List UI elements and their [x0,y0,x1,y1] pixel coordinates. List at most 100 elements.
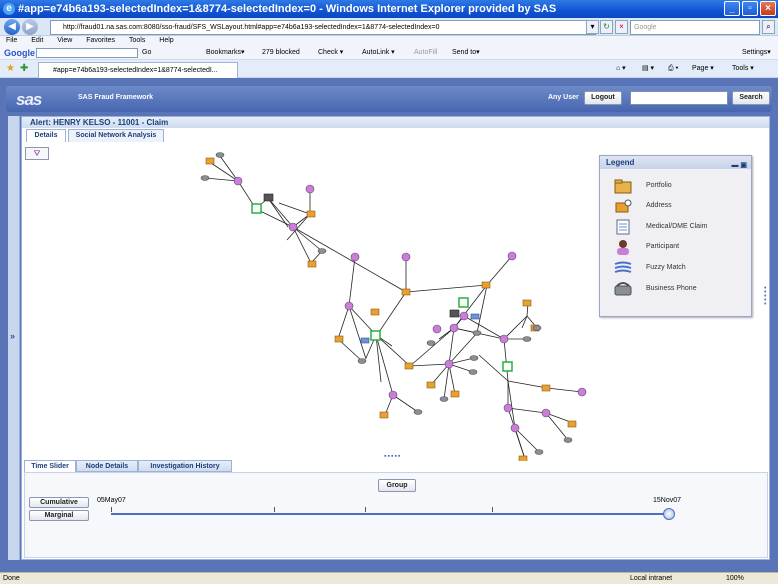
zoom-level[interactable]: 100% [726,573,744,584]
tab-social-network-analysis[interactable]: Social Network Analysis [68,129,164,142]
app-search-input[interactable] [630,91,728,105]
autolink-button[interactable]: AutoLink ▾ [362,46,395,60]
close-window-button[interactable]: × [760,1,776,16]
phone-node [439,396,449,402]
stop-icon[interactable]: × [615,20,628,34]
refresh-icon[interactable]: ↻ [600,20,613,34]
forward-button[interactable]: ▶ [22,19,38,35]
participant-node [507,251,517,261]
add-favorite-icon[interactable]: ✚ [20,60,28,78]
time-slider-thumb[interactable] [663,508,675,520]
page-menu[interactable]: Page ▾ [692,60,714,78]
google-search-input[interactable] [36,48,138,58]
url-dropdown-icon[interactable]: ▾ [586,20,599,34]
app-header: sas SAS Fraud Framework Any User Logout … [6,86,772,112]
menu-favorites[interactable]: Favorites [86,37,115,44]
window-titlebar: e #app=e74b6a193-selectedIndex=1&8774-se… [0,0,778,18]
sendto-button[interactable]: Send to▾ [452,46,480,60]
minimize-button[interactable]: _ [724,1,740,16]
security-zone: Local intranet [630,575,673,582]
bookmarks-button[interactable]: Bookmarks▾ [206,46,245,60]
portfolio-node [263,193,274,202]
participant-node [449,323,459,333]
address-node [306,210,316,218]
legend-item-portfolio: Portfolio [610,178,750,196]
google-settings-button[interactable]: Settings▾ [742,46,771,60]
status-text: Done [3,575,20,582]
legend-title: Legend [606,158,635,167]
address-node [370,308,380,316]
user-name: Any User [548,94,579,101]
tab-time-slider[interactable]: Time Slider [24,460,76,472]
fuzzy-match-node [470,313,480,320]
vertical-splitter-handle[interactable]: • • • • • [764,285,767,308]
horizontal-splitter-handle[interactable]: ▪▪▪▪▪ [384,453,401,460]
slider-end-label: 15Nov07 [653,497,682,504]
phone-node [317,248,327,254]
phone-node [215,152,225,158]
feeds-icon[interactable]: ▤ ▾ [642,60,654,78]
address-node [518,455,528,461]
participant-node [401,252,411,262]
time-slider-track[interactable] [111,513,669,515]
participant-node [288,222,298,232]
legend-panel[interactable]: Legend ▬ ▣ Portfolio Address Medical/DME… [599,155,752,317]
claim-node [458,297,469,308]
address-node [541,384,551,392]
tab-details[interactable]: Details [26,129,66,142]
expand-icon[interactable]: » [10,331,15,341]
claim-icon [616,219,630,235]
logout-button[interactable]: Logout [584,91,622,105]
print-icon[interactable]: ⎙ ▾ [668,60,679,78]
portfolio-icon [614,179,632,194]
alert-header: Alert: HENRY KELSO - 11001 - Claim [22,117,769,128]
menu-file[interactable]: File [6,37,17,44]
slider-tick [274,507,275,512]
menu-view[interactable]: View [57,37,72,44]
menu-tools[interactable]: Tools [129,37,145,44]
address-node [379,411,389,419]
portfolio-node [449,309,460,318]
search-go-icon[interactable]: ⌕ [762,20,775,34]
phone-node [469,355,479,361]
browser-tab[interactable]: #app=e74b6a193-selectedIndex=1&8774-sele… [38,62,238,78]
slider-start-label: 05May07 [97,497,126,504]
autofill-button[interactable]: AutoFill [414,46,437,60]
app-search-button[interactable]: Search [732,91,770,105]
menu-edit[interactable]: Edit [31,37,43,44]
legend-window-controls[interactable]: ▬ ▣ [731,159,747,172]
collapse-sidebar-strip[interactable]: » [8,116,20,560]
participant-node [233,176,243,186]
legend-item-phone: Business Phone [610,281,750,299]
participant-node [459,311,469,321]
group-button[interactable]: Group [378,479,416,492]
phone-node [534,449,544,455]
menu-help[interactable]: Help [159,37,173,44]
back-button[interactable]: ◀ [4,19,20,35]
phone-node [413,409,423,415]
fuzzy-match-node [360,337,370,344]
address-node [401,288,411,296]
slider-tick [365,507,366,512]
popup-blocked-count[interactable]: 279 blocked [262,46,300,60]
marginal-button[interactable]: Marginal [29,510,89,521]
address-node [404,362,414,370]
cumulative-button[interactable]: Cumulative [29,497,89,508]
legend-item-participant: Participant [610,239,750,257]
address-bar: ◀ ▶ http://fraud01.na.sas.com:8080/sso-f… [0,18,778,36]
home-icon[interactable]: ⌂ ▾ [616,60,626,78]
participant-node [541,408,551,418]
favorites-star-icon[interactable]: ★ [6,60,15,78]
tab-investigation-history[interactable]: Investigation History [138,460,232,472]
participant-node [510,423,520,433]
phone-node [532,325,542,331]
slider-tick [492,507,493,512]
maximize-button[interactable]: ▫ [742,1,758,16]
google-go-button[interactable]: Go [142,46,151,60]
window-title: #app=e74b6a193-selectedIndex=1&8774-sele… [18,3,557,15]
search-input[interactable]: Google [630,20,760,35]
tab-node-details[interactable]: Node Details [76,460,138,472]
spell-check-button[interactable]: Check ▾ [318,46,343,60]
url-input[interactable]: http://fraud01.na.sas.com:8080/sso-fraud… [50,20,596,35]
tools-menu[interactable]: Tools ▾ [732,60,754,78]
